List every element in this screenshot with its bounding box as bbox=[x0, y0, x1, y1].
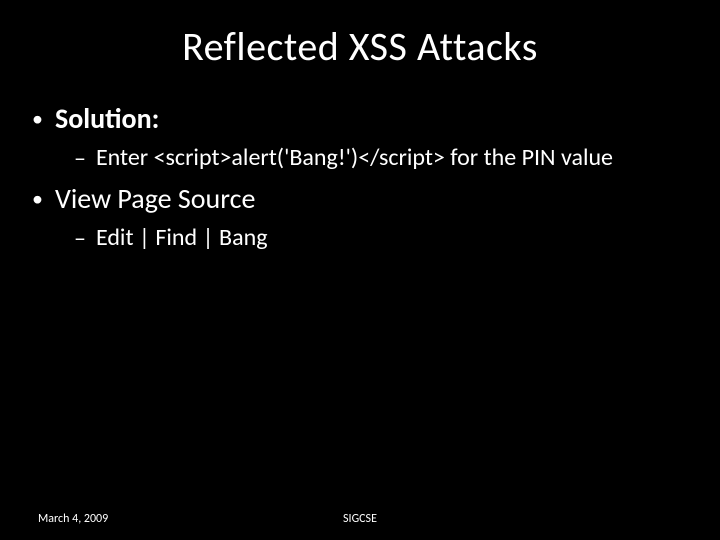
bullet-dot-icon: • bbox=[32, 181, 43, 217]
bullet-view-source: • View Page Source bbox=[32, 181, 688, 217]
slide-title: Reflected XSS Attacks bbox=[0, 0, 720, 71]
bullet-dash-icon: – bbox=[74, 223, 86, 255]
slide-body: • Solution: – Enter <script>alert('Bang!… bbox=[0, 71, 720, 255]
bullet-solution: • Solution: bbox=[32, 101, 688, 137]
subbullet-edit-find-label: Edit | Find | Bang bbox=[96, 223, 268, 253]
subbullet-edit-find: – Edit | Find | Bang bbox=[74, 223, 688, 255]
footer-center: SIGCSE bbox=[0, 512, 720, 526]
bullet-view-source-label: View Page Source bbox=[55, 181, 255, 216]
subbullet-enter-script-label: Enter <script>alert('Bang!')</script> fo… bbox=[96, 143, 613, 173]
subbullet-enter-script: – Enter <script>alert('Bang!')</script> … bbox=[74, 143, 688, 175]
bullet-solution-label: Solution: bbox=[55, 101, 159, 136]
bullet-dot-icon: • bbox=[32, 101, 43, 137]
bullet-dash-icon: – bbox=[74, 143, 86, 175]
slide: Reflected XSS Attacks • Solution: – Ente… bbox=[0, 0, 720, 540]
